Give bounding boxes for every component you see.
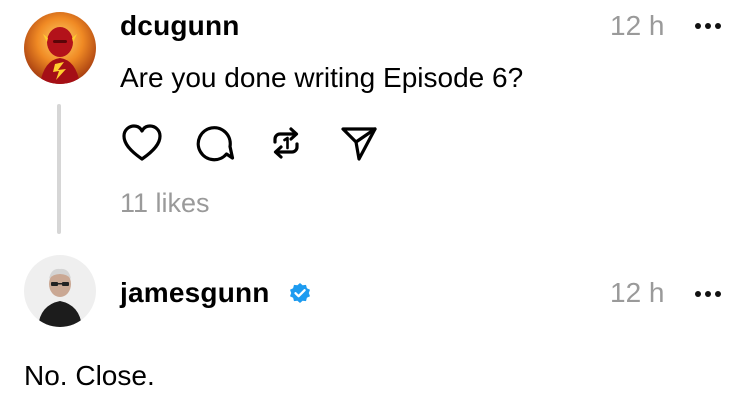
username[interactable]: dcugunn (120, 10, 240, 42)
avatar[interactable] (24, 12, 96, 84)
more-options-icon[interactable] (695, 291, 723, 299)
share-button[interactable] (336, 120, 382, 166)
repost-icon (273, 127, 299, 159)
post-jamesgunn: jamesgunn 12 h No. Close. (0, 240, 750, 400)
heart-icon (122, 124, 162, 161)
like-button[interactable] (119, 120, 165, 166)
post-dcugunn: dcugunn 12 h Are you done writing Episod… (0, 0, 750, 240)
avatar[interactable] (24, 255, 96, 327)
timestamp: 12 h (610, 277, 665, 308)
verified-badge-icon (290, 283, 310, 303)
timestamp: 12 h (610, 10, 665, 41)
repost-button[interactable] (263, 120, 309, 166)
likes-count[interactable]: 11 likes (120, 188, 210, 219)
person-avatar-image (24, 255, 96, 327)
share-icon (341, 127, 377, 161)
username[interactable]: jamesgunn (120, 277, 270, 309)
post-text: No. Close. (24, 360, 155, 391)
comment-button[interactable] (192, 120, 238, 166)
flash-avatar-image (24, 12, 96, 84)
comment-icon (196, 126, 235, 162)
more-options-icon[interactable] (695, 23, 723, 31)
thread-line (57, 104, 61, 234)
post-text: Are you done writing Episode 6? (120, 62, 524, 93)
